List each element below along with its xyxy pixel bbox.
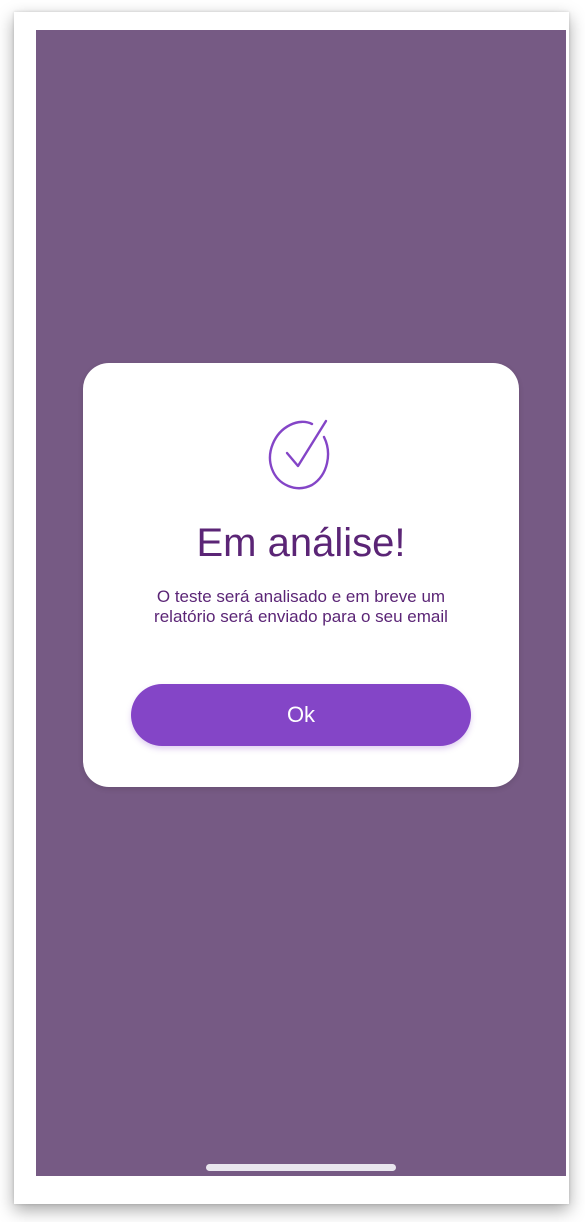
app-screen: Em análise! O teste será analisado e em …: [36, 30, 566, 1176]
ok-button[interactable]: Ok: [131, 684, 471, 746]
dialog-title: Em análise!: [196, 521, 406, 565]
dialog-message: O teste será analisado e em breve um rel…: [154, 587, 448, 626]
check-circle-icon: [268, 419, 330, 490]
home-indicator[interactable]: [206, 1164, 396, 1171]
status-dialog: Em análise! O teste será analisado e em …: [83, 363, 519, 787]
